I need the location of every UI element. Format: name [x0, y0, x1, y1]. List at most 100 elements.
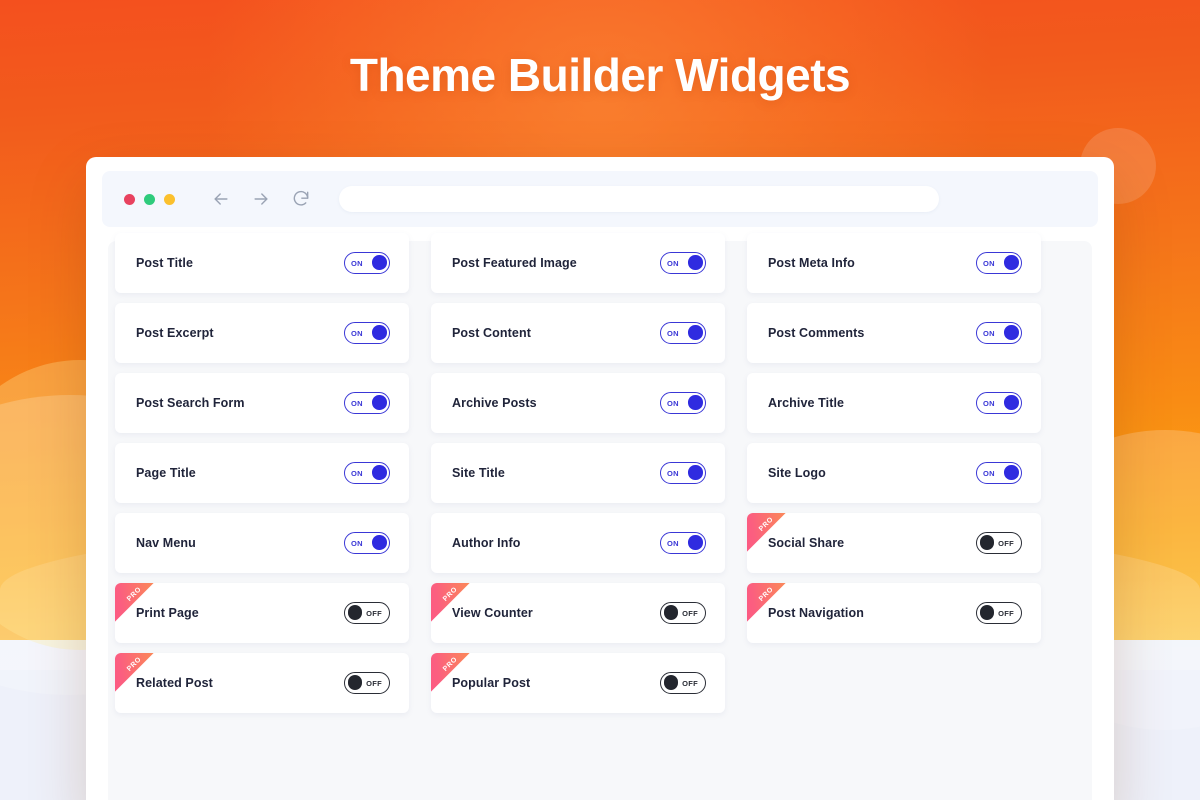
widget-toggle-switch[interactable]: ON: [344, 462, 390, 484]
widget-toggle-switch[interactable]: ON: [660, 462, 706, 484]
widget-toggle-knob: [688, 255, 703, 270]
widget-toggle-knob: [1004, 395, 1019, 410]
widget-toggle-switch[interactable]: OFF: [660, 602, 706, 624]
widget-card-label: Related Post: [136, 676, 213, 690]
widget-toggle-knob: [688, 325, 703, 340]
widget-grid: Post Title ON Post Featured Image ON Post Me…: [115, 233, 1041, 713]
pro-badge-label: PRO: [441, 655, 459, 673]
widget-card[interactable]: PRO Post Navigation OFF: [747, 583, 1041, 643]
widget-card[interactable]: Site Title ON: [431, 443, 725, 503]
widget-card[interactable]: Nav Menu ON: [115, 513, 409, 573]
widget-card[interactable]: Author Info ON: [431, 513, 725, 573]
widget-toggle-label: OFF: [998, 538, 1014, 548]
reload-icon[interactable]: [291, 189, 311, 209]
widget-toggle-label: ON: [983, 328, 995, 338]
widget-card-label: Archive Title: [768, 396, 845, 410]
widget-card-label: Popular Post: [452, 676, 531, 690]
widget-card-label: View Counter: [452, 606, 533, 620]
arrow-right-icon[interactable]: [251, 189, 271, 209]
widget-toggle-switch[interactable]: OFF: [976, 602, 1022, 624]
widget-card-label: Print Page: [136, 606, 199, 620]
widget-card[interactable]: Post Excerpt ON: [115, 303, 409, 363]
widget-toggle-knob: [1004, 465, 1019, 480]
widget-toggle-switch[interactable]: ON: [660, 252, 706, 274]
widget-toggle-switch[interactable]: ON: [344, 392, 390, 414]
widget-toggle-label: ON: [983, 258, 995, 268]
widget-card[interactable]: PRO Print Page OFF: [115, 583, 409, 643]
widget-toggle-switch[interactable]: ON: [976, 252, 1022, 274]
widget-toggle-switch[interactable]: ON: [344, 252, 390, 274]
arrow-left-icon[interactable]: [211, 189, 231, 209]
widget-toggle-label: OFF: [998, 608, 1014, 618]
widget-toggle-switch[interactable]: ON: [660, 322, 706, 344]
widget-toggle-knob: [688, 535, 703, 550]
widget-card-label: Author Info: [452, 536, 521, 550]
widget-card[interactable]: Post Title ON: [115, 233, 409, 293]
widget-card-label: Post Comments: [768, 326, 865, 340]
widget-toggle-label: ON: [351, 468, 363, 478]
widget-card-label: Archive Posts: [452, 396, 537, 410]
widget-toggle-knob: [688, 395, 703, 410]
widget-toggle-switch[interactable]: ON: [976, 392, 1022, 414]
widget-card-label: Post Search Form: [136, 396, 245, 410]
pro-badge-label: PRO: [125, 585, 143, 603]
widget-toggle-label: OFF: [682, 678, 698, 688]
widget-toggle-knob: [372, 395, 387, 410]
minimize-window-dot-icon[interactable]: [144, 193, 155, 205]
pro-badge-label: PRO: [757, 585, 775, 603]
browser-chrome: [102, 171, 1098, 227]
widget-toggle-knob: [663, 675, 678, 690]
url-input[interactable]: [339, 186, 939, 212]
widget-toggle-label: OFF: [366, 678, 382, 688]
browser-nav-buttons: [211, 189, 311, 209]
widget-card-label: Nav Menu: [136, 536, 196, 550]
page-title: Theme Builder Widgets: [349, 49, 851, 101]
widget-toggle-label: ON: [351, 328, 363, 338]
widget-card-label: Page Title: [136, 466, 196, 480]
widget-toggle-label: ON: [983, 398, 995, 408]
close-window-dot-icon[interactable]: [124, 193, 135, 205]
widget-card[interactable]: Post Search Form ON: [115, 373, 409, 433]
widget-toggle-label: ON: [351, 398, 363, 408]
widget-card[interactable]: Archive Title ON: [747, 373, 1041, 433]
widget-toggle-knob: [372, 535, 387, 550]
widget-toggle-switch[interactable]: ON: [344, 322, 390, 344]
widget-card[interactable]: PRO View Counter OFF: [431, 583, 725, 643]
widget-toggle-label: ON: [667, 468, 679, 478]
widget-toggle-switch[interactable]: ON: [976, 462, 1022, 484]
widget-card[interactable]: Post Comments ON: [747, 303, 1041, 363]
widget-card[interactable]: PRO Related Post OFF: [115, 653, 409, 713]
widget-card[interactable]: Post Meta Info ON: [747, 233, 1041, 293]
widget-card-label: Post Excerpt: [136, 326, 214, 340]
widget-toggle-switch[interactable]: ON: [344, 532, 390, 554]
widget-card[interactable]: PRO Social Share OFF: [747, 513, 1041, 573]
pro-badge-label: PRO: [125, 655, 143, 673]
widget-card[interactable]: Post Featured Image ON: [431, 233, 725, 293]
widget-card[interactable]: Archive Posts ON: [431, 373, 725, 433]
widget-toggle-switch[interactable]: ON: [976, 322, 1022, 344]
widget-toggle-switch[interactable]: ON: [660, 392, 706, 414]
traffic-lights: [124, 193, 175, 205]
widget-card-label: Site Logo: [768, 466, 826, 480]
maximize-window-dot-icon[interactable]: [164, 193, 175, 205]
browser-window: Post Title ON Post Featured Image ON Post Me…: [86, 157, 1114, 800]
widget-toggle-knob: [347, 675, 362, 690]
widget-toggle-knob: [347, 605, 362, 620]
widget-card-label: Post Navigation: [768, 606, 864, 620]
widget-toggle-switch[interactable]: OFF: [660, 672, 706, 694]
widget-toggle-switch[interactable]: ON: [660, 532, 706, 554]
widget-card[interactable]: Site Logo ON: [747, 443, 1041, 503]
widget-toggle-knob: [372, 465, 387, 480]
widget-card-label: Social Share: [768, 536, 845, 550]
widget-toggle-knob: [688, 465, 703, 480]
widget-toggle-switch[interactable]: OFF: [344, 602, 390, 624]
widget-toggle-label: OFF: [682, 608, 698, 618]
widget-toggle-knob: [979, 605, 994, 620]
widget-card[interactable]: PRO Popular Post OFF: [431, 653, 725, 713]
widget-toggle-switch[interactable]: OFF: [344, 672, 390, 694]
widget-toggle-label: ON: [351, 538, 363, 548]
widget-card[interactable]: Post Content ON: [431, 303, 725, 363]
widget-toggle-knob: [1004, 325, 1019, 340]
widget-card[interactable]: Page Title ON: [115, 443, 409, 503]
widget-toggle-switch[interactable]: OFF: [976, 532, 1022, 554]
